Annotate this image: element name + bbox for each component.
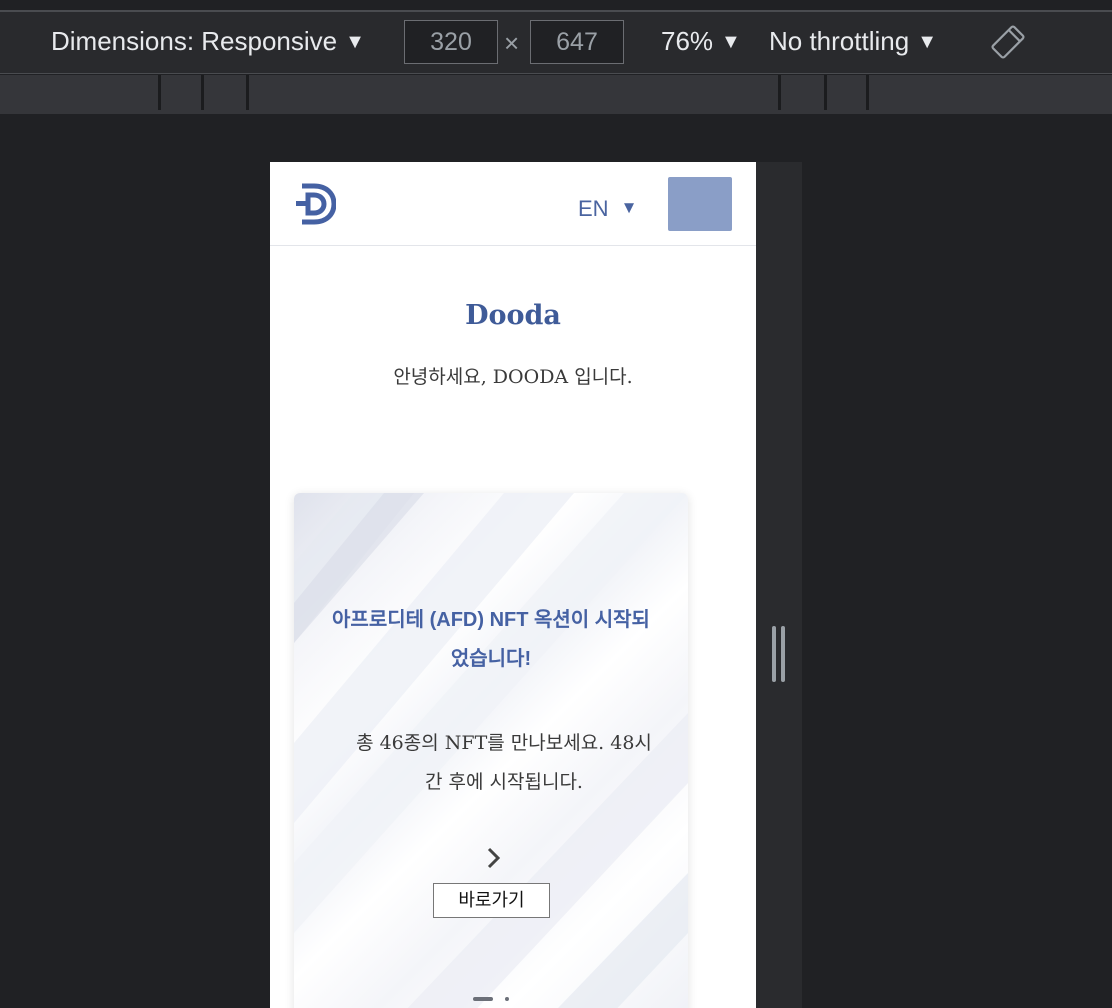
card-title: 아프로디테 (AFD) NFT 옥션이 시작되었습니다! [332,609,650,670]
site-header: EN ▼ [270,162,756,246]
intro-text: 안녕하세요, DOODA 입니다. [393,366,633,388]
brand-title: Dooda [465,300,561,331]
ruler-tick [246,75,249,110]
resize-handle[interactable] [781,626,785,682]
ruler-tick [158,75,161,110]
dimensions-label: Dimensions: Responsive [51,26,338,56]
dooda-logo-icon[interactable] [294,182,336,226]
device-viewport: EN ▼ Dooda 안녕하세요, DOODA 입니다. 아프로디테 (AFD) … [270,162,756,1008]
ruler-tick [824,75,827,110]
pagination-dot-active[interactable] [473,997,493,1001]
media-query-bar[interactable] [0,75,1112,114]
caret-down-icon: ▼ [345,31,365,53]
carousel-pagination [473,995,513,1003]
width-input[interactable]: 320 [404,20,498,64]
announcement-card: 아프로디테 (AFD) NFT 옥션이 시작되었습니다! 총 46종의 NFT를… [294,493,688,1008]
throttling-label: No throttling [769,26,910,56]
ruler-tick [866,75,869,110]
throttling-dropdown[interactable]: No throttling ▼ [769,26,937,57]
caret-down-icon: ▼ [620,198,638,217]
ruler-tick [201,75,204,110]
chevron-right-icon[interactable] [482,843,506,873]
rotate-icon[interactable] [990,24,1026,60]
device-toolbar: Dimensions: Responsive ▼ 320 × 647 76% ▼ N… [0,12,1112,74]
times-sign: × [504,28,520,58]
language-selector[interactable]: EN ▼ [578,196,637,222]
language-label: EN [578,196,609,221]
zoom-label: 76% [661,26,714,56]
zoom-dropdown[interactable]: 76% ▼ [661,26,741,57]
ruler-tick [778,75,781,110]
resize-pane [756,162,802,1008]
card-description: 총 46종의 NFT를 만나보세요. 48시간 후에 시작됩니다. [356,732,652,793]
go-button[interactable]: 바로가기 [433,883,550,918]
menu-button[interactable] [668,177,732,231]
height-input[interactable]: 647 [530,20,624,64]
caret-down-icon: ▼ [721,31,741,53]
pagination-dot[interactable] [505,997,509,1001]
caret-down-icon: ▼ [917,31,937,53]
dimensions-dropdown[interactable]: Dimensions: Responsive ▼ [51,26,365,57]
resize-handle[interactable] [772,626,776,682]
